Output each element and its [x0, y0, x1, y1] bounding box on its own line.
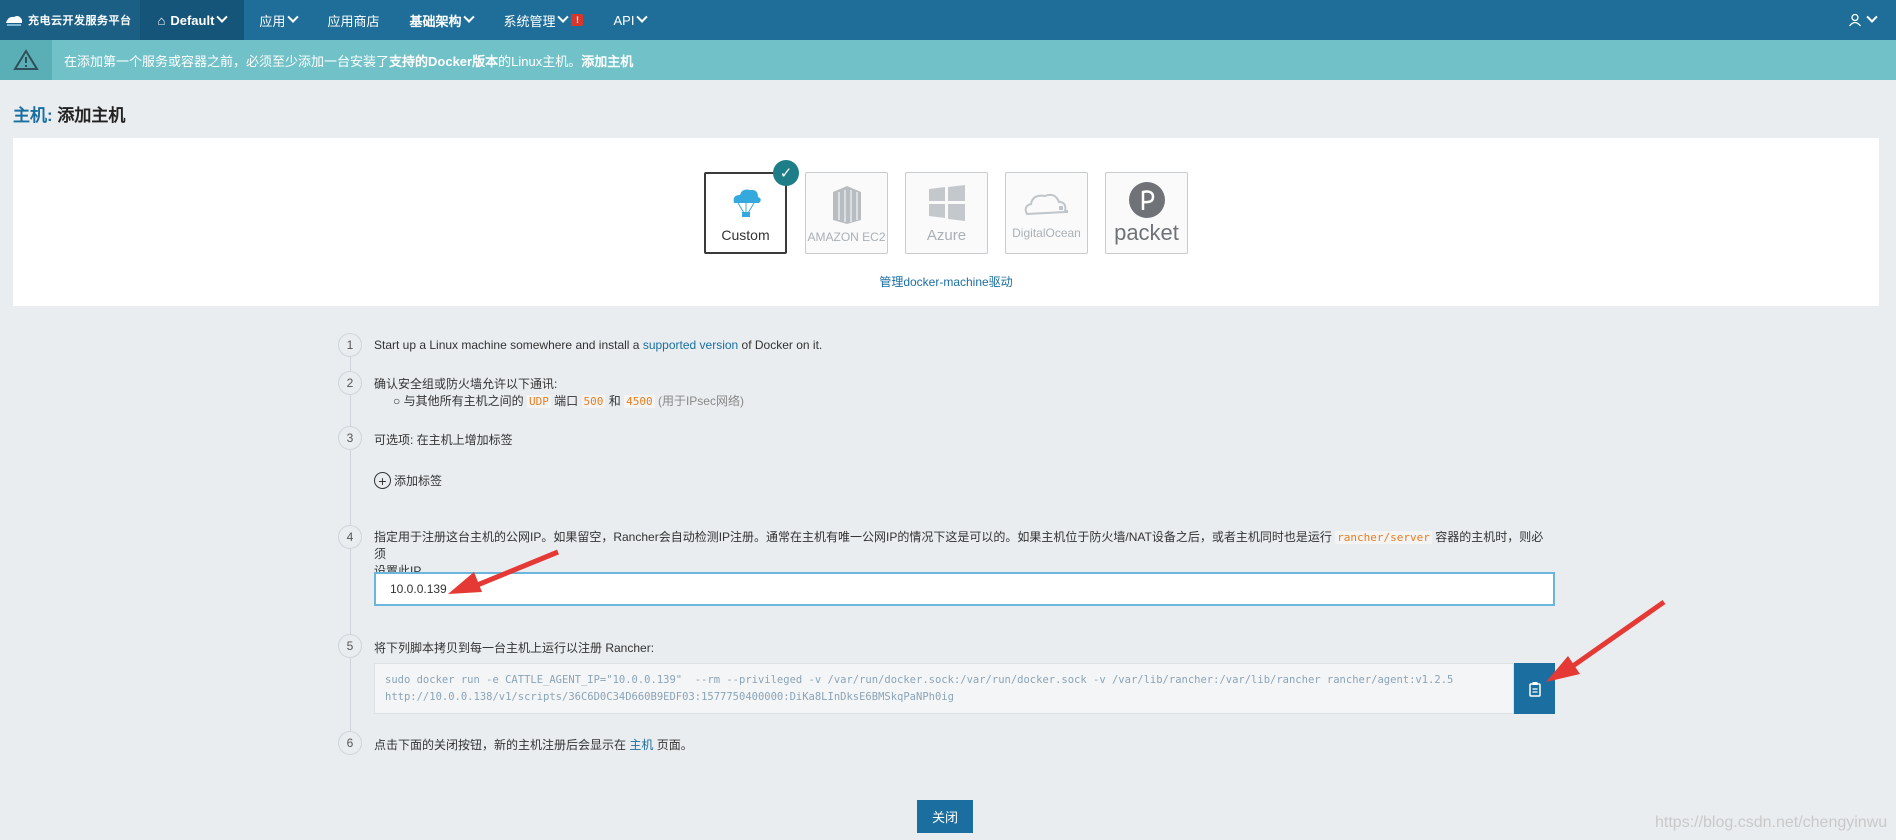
supported-docker-link[interactable]: 支持的Docker版本: [389, 54, 498, 69]
chevron-down-icon: [636, 11, 649, 23]
add-host-link[interactable]: 添加主机: [581, 54, 633, 69]
page-title-text: 添加主机: [57, 106, 126, 125]
digitalocean-icon: [1024, 193, 1068, 216]
banner-text: 在添加第一个服务或容器之前，必须至少添加一台安装了支持的Docker版本的Lin…: [52, 51, 633, 70]
ipsec-note: (用于IPsec网络): [657, 394, 744, 408]
port-word: 端口: [554, 394, 579, 408]
nav-admin-label: 系统管理: [503, 13, 556, 29]
nav-apps[interactable]: 应用: [244, 0, 312, 40]
hosts-page-link[interactable]: 主机: [629, 738, 653, 752]
annotation-arrow-icon: [448, 549, 559, 594]
driver-digitalocean[interactable]: DigitalOcean: [1005, 172, 1088, 254]
close-button[interactable]: 关闭: [917, 800, 973, 833]
cloud-logo-icon: [6, 16, 22, 26]
selected-check-icon: ✓: [773, 160, 799, 186]
driver-label: Custom: [721, 227, 770, 243]
driver-azure[interactable]: Azure: [905, 172, 988, 254]
nav-apps-label: 应用: [259, 13, 286, 29]
rancher-server-code: rancher/server: [1335, 531, 1432, 544]
driver-label: Azure: [926, 226, 967, 244]
brand[interactable]: 充电云开发服务平台: [0, 0, 140, 40]
watermark: https://blog.csdn.net/chengyinwu: [1655, 814, 1888, 831]
annotation-arrow-icon: [1546, 599, 1666, 682]
plus-circle-icon: +: [374, 472, 391, 489]
chevron-down-icon: [1866, 11, 1878, 23]
driver-label: DigitalOcean: [1012, 226, 1081, 240]
home-icon: ⌂: [157, 12, 166, 28]
add-label-text: 添加标签: [394, 474, 443, 488]
chevron-down-icon: [216, 11, 229, 23]
step-1-mid: of Docker on it.: [738, 338, 823, 352]
step-2-text: 确认安全组或防火墙允许以下通讯:: [374, 377, 558, 391]
step-6-post: 页面。: [653, 738, 693, 752]
step-number: 1: [338, 333, 362, 357]
step-number: 6: [338, 731, 362, 755]
azure-windows-icon: [928, 184, 965, 221]
add-label-button[interactable]: + 添加标签: [374, 472, 442, 489]
step-6-text: 点击下面的关闭按钮，新的主机注册后会显示在 主机 页面。: [374, 736, 693, 753]
banner-text-before: 在添加第一个服务或容器之前，必须至少添加一台安装了: [64, 53, 390, 69]
packet-logo-icon: [1128, 182, 1165, 218]
step-1-text: Start up a Linux machine somewhere and i…: [374, 338, 822, 352]
bullet-text: 与其他所有主机之间的: [403, 394, 524, 408]
command-line-1: sudo docker run -e CATTLE_AGENT_IP="10.0…: [385, 674, 1454, 686]
driver-custom[interactable]: Custom: [704, 172, 787, 254]
port-500-code: 500: [581, 395, 606, 408]
step-5-text: 将下列脚本拷贝到每一台主机上运行以注册 Rancher:: [374, 641, 655, 655]
user-icon: [1848, 13, 1862, 27]
env-name: Default: [170, 12, 215, 28]
supported-version-link[interactable]: supported version: [643, 338, 738, 352]
top-nav: 充电云开发服务平台 ⌂ Default 应用 应用商店 基础架构 系统管理 ! …: [0, 0, 1896, 40]
warning-icon: [0, 40, 52, 80]
user-menu[interactable]: [1848, 0, 1878, 40]
command-line-2: http://10.0.0.138/v1/scripts/36C6D0C34D6…: [385, 691, 954, 703]
manage-drivers-link[interactable]: 管理docker-machine驱动: [13, 273, 1879, 290]
nav-catalog-label: 应用商店: [327, 13, 380, 29]
warning-banner: 在添加第一个服务或容器之前，必须至少添加一台安装了支持的Docker版本的Lin…: [0, 40, 1896, 80]
chevron-down-icon: [287, 11, 300, 23]
alert-badge: !: [571, 14, 584, 26]
driver-label: AMAZON EC2: [807, 230, 886, 244]
port-4500-code: 4500: [624, 395, 655, 408]
step-3-text: 可选项: 在主机上增加标签: [374, 433, 513, 447]
nav-infrastructure[interactable]: 基础架构: [394, 0, 488, 40]
banner-text-after: 的Linux主机。: [498, 53, 582, 69]
step-number: 4: [338, 525, 362, 549]
step-4-desc-a: 指定用于注册这台主机的公网IP。如果留空，Rancher会自动检测IP注册。通常…: [374, 530, 1332, 544]
driver-packet[interactable]: packet: [1105, 172, 1188, 254]
registration-command[interactable]: sudo docker run -e CATTLE_AGENT_IP="10.0…: [374, 663, 1514, 714]
nav-catalog[interactable]: 应用商店: [312, 0, 394, 40]
step-number: 2: [338, 371, 362, 395]
nav-api-label: API: [613, 12, 635, 28]
and-word: 和: [608, 394, 621, 408]
environment-switcher[interactable]: ⌂ Default: [139, 0, 245, 40]
amazon-ec2-icon: [832, 186, 861, 224]
step-number: 5: [338, 634, 362, 658]
step-2-bullet: ○ 与其他所有主机之间的 UDP 端口 500 和 4500 (用于IPsec网…: [393, 394, 744, 408]
step-1-pre: Start up a Linux machine somewhere and i…: [374, 338, 643, 352]
driver-label: packet: [1114, 220, 1179, 245]
machine-driver-panel: Custom ✓ AMAZON EC2 Azure DigitalOcean p…: [13, 138, 1879, 306]
chevron-down-icon: [463, 11, 476, 23]
page-title: 主机: 添加主机: [13, 101, 125, 126]
brand-name: 充电云开发服务平台: [28, 14, 132, 27]
nav-infrastructure-label: 基础架构: [409, 13, 462, 29]
protocol-code: UDP: [526, 395, 551, 408]
nav-api[interactable]: API: [598, 0, 661, 40]
chevron-down-icon: [557, 11, 570, 23]
step-6-pre: 点击下面的关闭按钮，新的主机注册后会显示在: [374, 738, 630, 752]
nav-admin[interactable]: 系统管理 !: [488, 0, 598, 40]
custom-cloud-icon: [733, 189, 761, 217]
step-number: 3: [338, 426, 362, 450]
breadcrumb-hosts[interactable]: 主机:: [13, 106, 53, 125]
driver-amazon-ec2[interactable]: AMAZON EC2: [805, 172, 888, 254]
